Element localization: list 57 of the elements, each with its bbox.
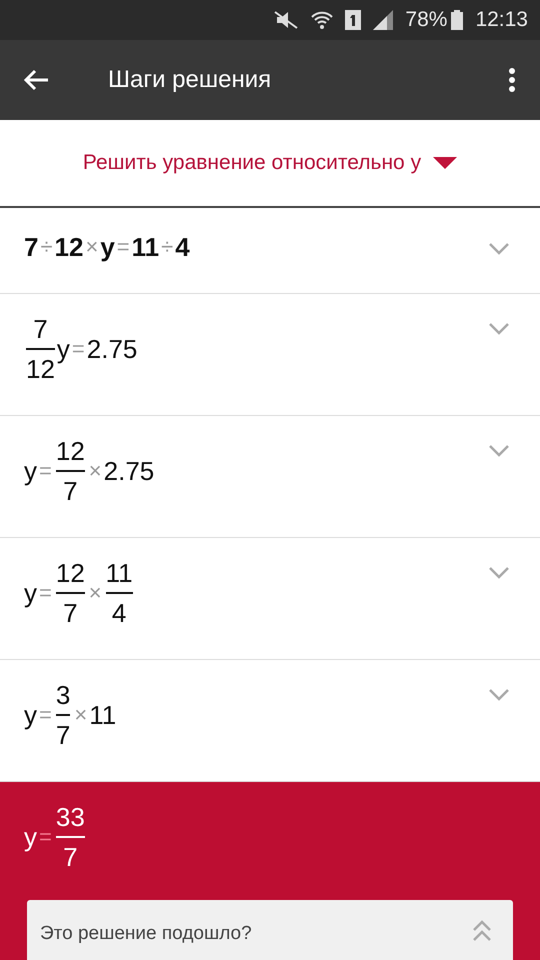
numerator: 3 — [56, 682, 70, 712]
math-term: y — [24, 824, 37, 850]
wifi-icon — [311, 9, 334, 31]
math-operator: ÷ — [161, 236, 174, 258]
numerator: 11 — [106, 560, 133, 590]
battery-icon — [451, 10, 464, 30]
numerator: 12 — [56, 560, 85, 590]
math-operator: = — [72, 338, 85, 360]
chevron-down-icon[interactable] — [488, 242, 510, 256]
dropdown-triangle-icon — [433, 157, 458, 169]
feedback-question: Это решение подошло? — [40, 922, 253, 946]
math-term: y — [56, 336, 70, 362]
math-term: 11 — [132, 234, 160, 260]
math-operator: × — [74, 704, 88, 726]
clock: 12:13 — [475, 7, 528, 34]
math-operator: = — [116, 236, 130, 258]
screen-title: Шаги решения — [108, 65, 272, 95]
denominator: 7 — [56, 719, 70, 748]
math-operator: × — [85, 236, 98, 258]
double-chevron-up-icon[interactable] — [472, 920, 492, 942]
battery-percent: 78% — [405, 7, 448, 34]
numerator: 33 — [56, 804, 85, 834]
math-term: 7 — [24, 234, 38, 260]
chevron-down-icon[interactable] — [488, 688, 510, 702]
math-term: 12 — [54, 234, 84, 260]
denominator: 12 — [26, 353, 55, 382]
math-operator: = — [39, 704, 52, 726]
denominator: 7 — [63, 475, 78, 504]
math-term: y — [24, 580, 37, 606]
more-options-icon[interactable] — [508, 67, 516, 93]
signal-icon — [373, 10, 394, 30]
math-operator: × — [88, 460, 102, 482]
math-term: 2.75 — [104, 458, 154, 484]
numerator: 12 — [56, 438, 85, 468]
math-operator: = — [39, 460, 52, 482]
solve-mode-dropdown[interactable]: Решить уравнение относительно y — [82, 147, 458, 179]
math-operator: × — [88, 582, 102, 604]
denominator: 4 — [112, 597, 126, 626]
math-operator: = — [39, 826, 52, 848]
math-term: y — [100, 234, 115, 260]
math-term: y — [24, 458, 37, 484]
math-term: y — [24, 702, 37, 728]
denominator: 7 — [63, 841, 78, 870]
math-operator: ÷ — [40, 236, 53, 258]
mute-icon — [273, 10, 300, 30]
sim-icon — [345, 10, 362, 30]
math-term: 2.75 — [86, 336, 138, 362]
chevron-down-icon[interactable] — [488, 444, 510, 458]
back-arrow-icon[interactable] — [22, 68, 50, 92]
feedback-card[interactable]: Это решение подошло? — [27, 900, 513, 960]
chevron-down-icon[interactable] — [488, 322, 510, 336]
denominator: 7 — [63, 597, 78, 626]
math-term: 11 — [89, 702, 116, 728]
chevron-down-icon[interactable] — [488, 566, 510, 580]
math-operator: = — [39, 582, 52, 604]
numerator: 7 — [33, 316, 48, 346]
math-term: 4 — [175, 234, 190, 260]
